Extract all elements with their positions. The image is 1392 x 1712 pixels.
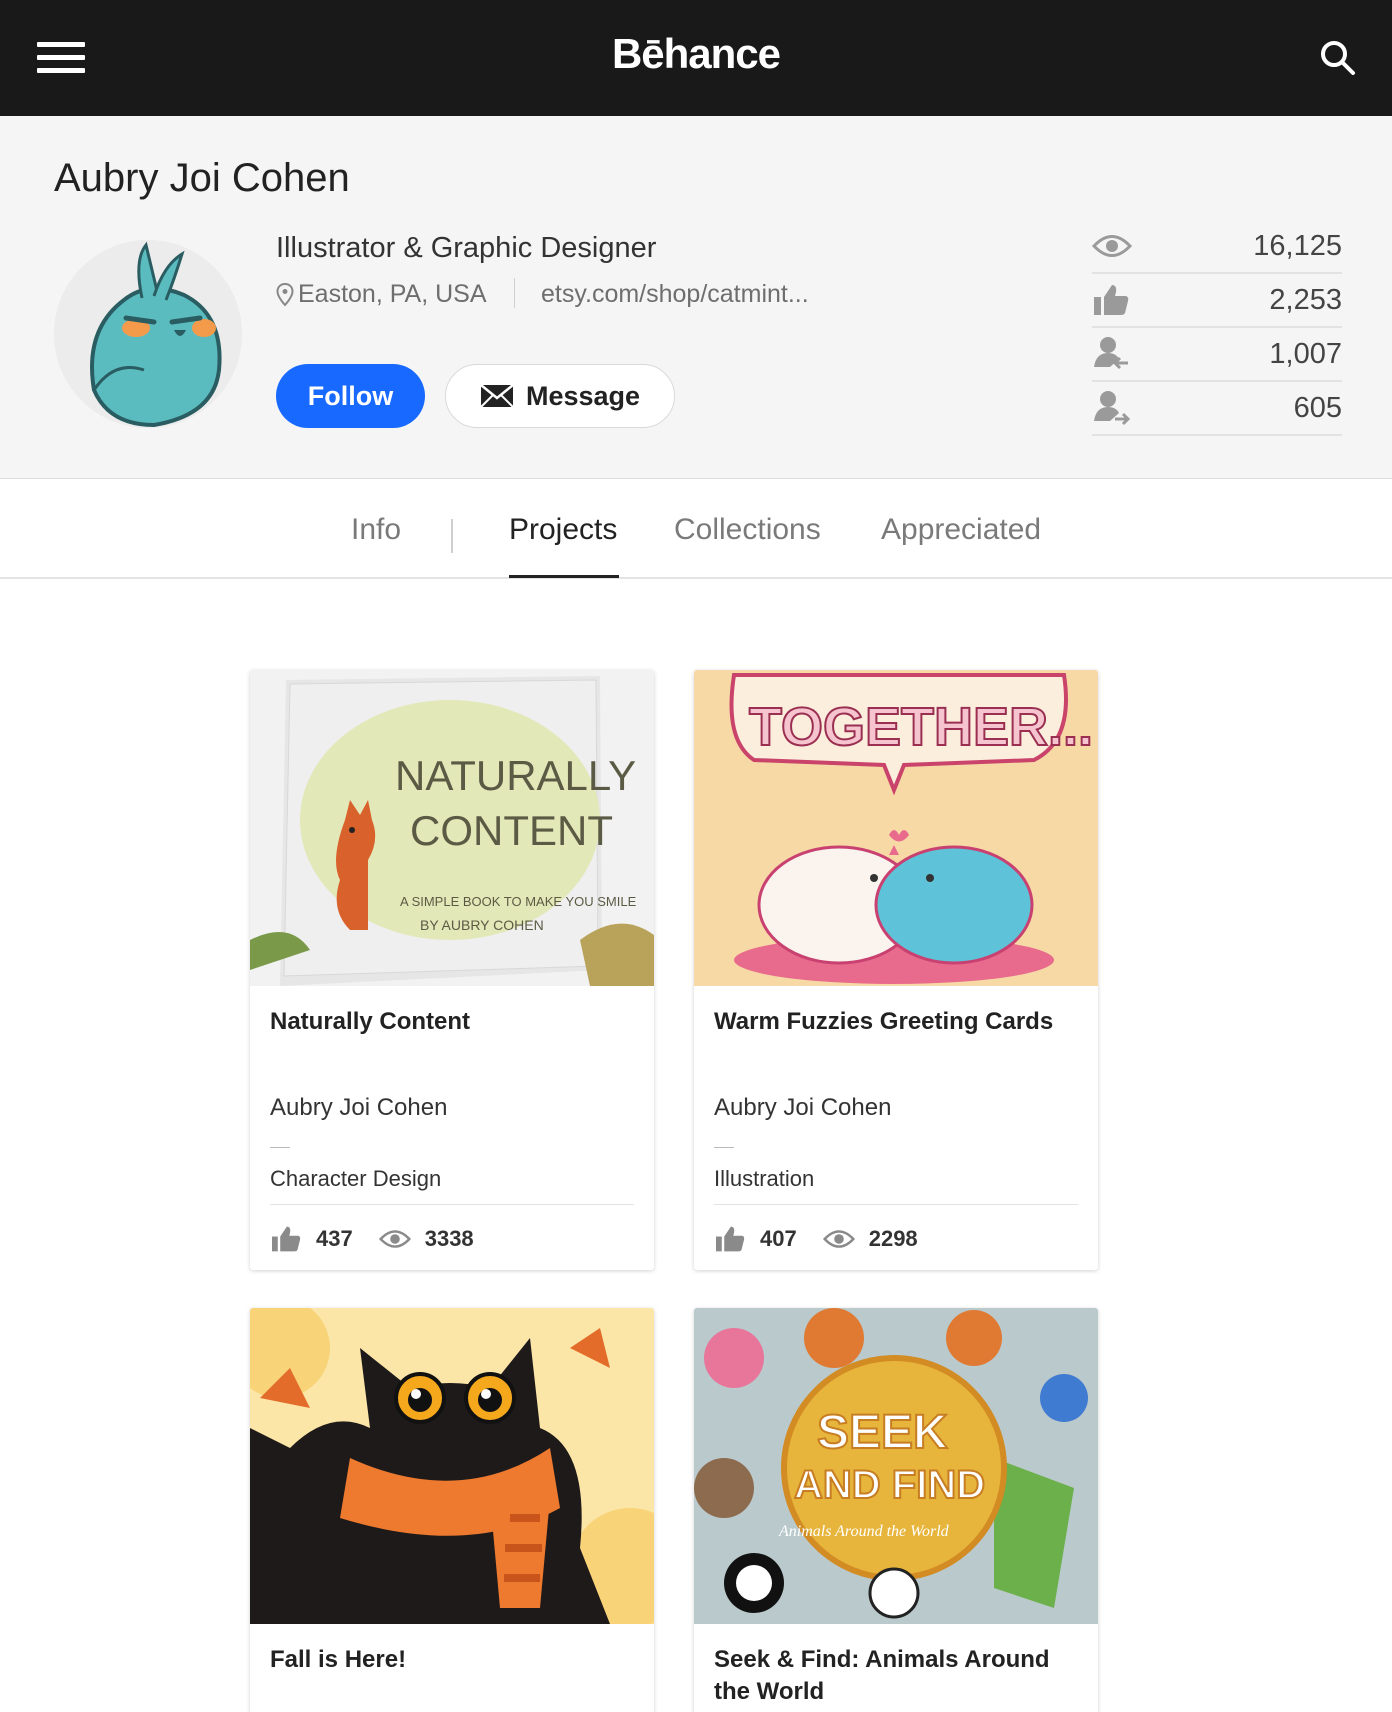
divider: [714, 1147, 734, 1148]
stat-appreciations: 2,253: [1092, 274, 1342, 328]
project-cover[interactable]: [250, 1308, 654, 1624]
search-icon[interactable]: [1318, 38, 1358, 78]
project-card[interactable]: TOGETHER... Warm Fuzzies Greeting Cards …: [694, 670, 1098, 1270]
avatar[interactable]: [54, 240, 242, 428]
profile-header: Aubry Joi Cohen Illustrator & Graphic De…: [0, 116, 1392, 479]
tab-info[interactable]: Info: [351, 513, 401, 547]
project-owner[interactable]: Aubry Joi Cohen: [714, 1094, 891, 1122]
behance-logo[interactable]: Bēhance: [0, 30, 1392, 78]
project-cover[interactable]: TOGETHER...: [694, 670, 1098, 986]
tab-appreciated[interactable]: Appreciated: [881, 513, 1041, 547]
project-stats: 407 2298: [714, 1224, 944, 1254]
stat-following: 605: [1092, 382, 1342, 436]
views-count: 2298: [868, 1226, 918, 1251]
cover-title: TOGETHER...: [749, 697, 1093, 757]
project-owner[interactable]: Aubry Joi Cohen: [270, 1094, 447, 1122]
eye-icon: [1092, 226, 1132, 266]
website-link[interactable]: etsy.com/shop/catmint...: [541, 280, 809, 309]
follow-button[interactable]: Follow: [276, 364, 425, 428]
cover-title-2: CONTENT: [410, 807, 613, 854]
project-card[interactable]: NATURALLY CONTENT A SIMPLE BOOK TO MAKE …: [250, 670, 654, 1270]
profile-tabs: Info Projects Collections Appreciated: [0, 479, 1392, 579]
envelope-icon: [480, 384, 514, 408]
tab-collections[interactable]: Collections: [674, 513, 821, 547]
divider: [714, 1204, 1078, 1205]
project-field[interactable]: Illustration: [714, 1166, 814, 1192]
cover-title-1: SEEK: [817, 1406, 948, 1459]
project-cover[interactable]: SEEK AND FIND Animals Around the World: [694, 1308, 1098, 1624]
occupation: Illustrator & Graphic Designer: [276, 232, 657, 264]
location-pin-icon: [276, 282, 294, 306]
following-count: 605: [1293, 391, 1342, 424]
stat-followers: 1,007: [1092, 328, 1342, 382]
divider: [270, 1204, 634, 1205]
thumbs-up-icon: [714, 1224, 748, 1254]
thumbs-up-icon: [1092, 280, 1132, 320]
divider: [270, 1147, 290, 1148]
tab-divider: [451, 519, 453, 553]
project-title[interactable]: Seek & Find: Animals Around the World: [714, 1644, 1084, 1708]
project-stats: 437 3338: [270, 1224, 500, 1254]
views-count: 16,125: [1253, 229, 1342, 262]
project-card[interactable]: Fall is Here!: [250, 1308, 654, 1712]
active-tab-indicator: [509, 575, 619, 578]
cover-title-1: NATURALLY: [395, 752, 636, 799]
project-card[interactable]: SEEK AND FIND Animals Around the World S…: [694, 1308, 1098, 1712]
tab-projects[interactable]: Projects: [509, 513, 617, 547]
project-title[interactable]: Warm Fuzzies Greeting Cards: [714, 1006, 1084, 1038]
location-text: Easton, PA, USA: [298, 280, 487, 308]
thumbs-up-icon: [270, 1224, 304, 1254]
project-title[interactable]: Naturally Content: [270, 1006, 640, 1038]
cover-subtitle: Animals Around the World: [778, 1523, 950, 1540]
message-button[interactable]: Message: [445, 364, 675, 428]
eye-icon: [378, 1224, 413, 1254]
appreciations-count: 437: [316, 1226, 353, 1251]
message-label: Message: [525, 380, 641, 411]
project-cover[interactable]: NATURALLY CONTENT A SIMPLE BOOK TO MAKE …: [250, 670, 654, 986]
divider: [514, 278, 515, 308]
top-bar: Bēhance: [0, 0, 1392, 116]
views-count: 3338: [424, 1226, 474, 1251]
project-title[interactable]: Fall is Here!: [270, 1644, 640, 1676]
appreciations-count: 407: [760, 1226, 797, 1251]
followers-icon: [1092, 334, 1132, 374]
following-icon: [1092, 388, 1132, 428]
profile-stats: 16,125 2,253 1,007 605: [1092, 220, 1342, 436]
eye-icon: [822, 1224, 857, 1254]
cover-subtitle: A SIMPLE BOOK TO MAKE YOU SMILE: [400, 894, 637, 909]
cover-author: BY AUBRY COHEN: [420, 917, 544, 933]
followers-count: 1,007: [1269, 337, 1342, 370]
appreciations-count: 2,253: [1269, 283, 1342, 316]
stat-views: 16,125: [1092, 220, 1342, 274]
profile-name: Aubry Joi Cohen: [54, 156, 350, 200]
location: Easton, PA, USA: [276, 280, 487, 309]
project-field[interactable]: Character Design: [270, 1166, 441, 1192]
cover-title-2: AND FIND: [794, 1463, 985, 1507]
